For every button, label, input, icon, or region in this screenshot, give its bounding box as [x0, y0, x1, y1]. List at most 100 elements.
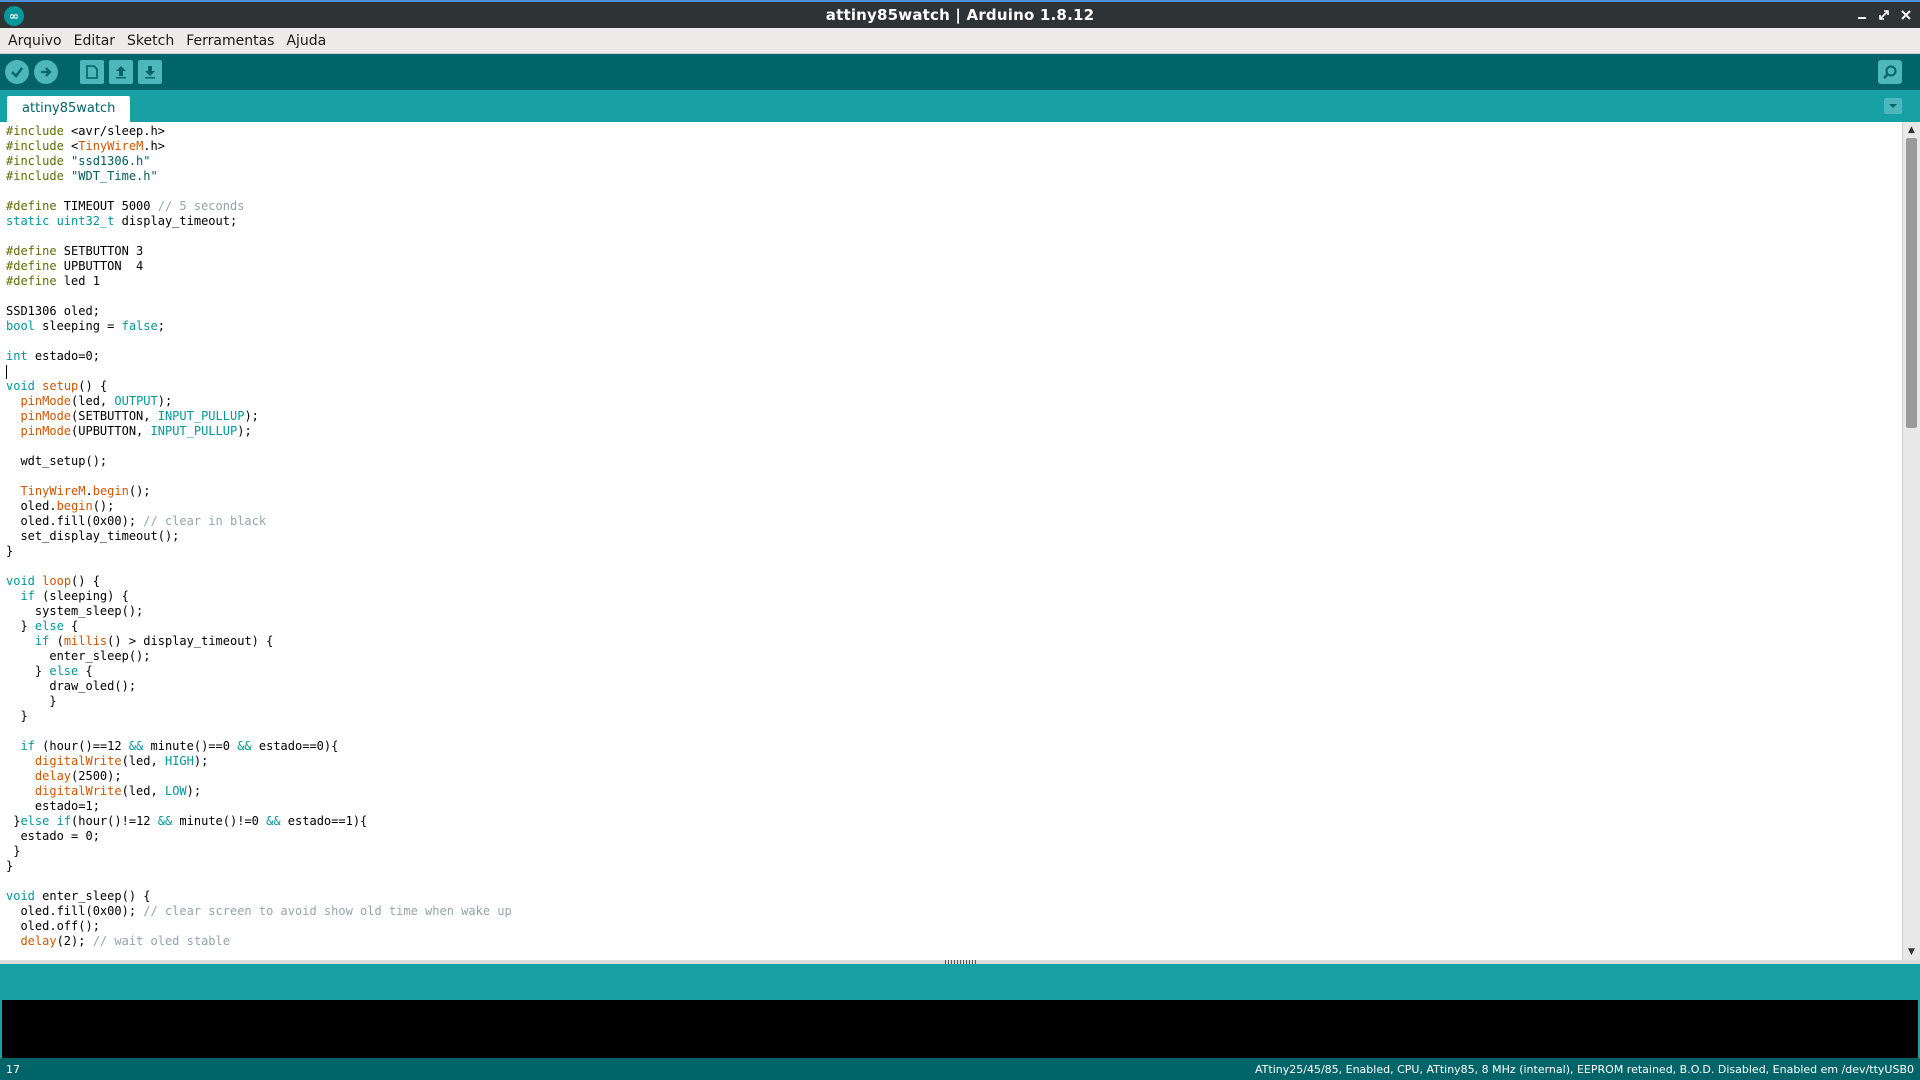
- code-line: enter_sleep();: [6, 649, 512, 664]
- code-line: }: [6, 844, 512, 859]
- close-icon[interactable]: [1898, 5, 1914, 25]
- code-token: static: [6, 214, 57, 228]
- code-token: }: [6, 694, 57, 708]
- code-line: set_display_timeout();: [6, 529, 512, 544]
- code-line: #include "ssd1306.h": [6, 154, 512, 169]
- code-line: }: [6, 709, 512, 724]
- code-token: }: [6, 709, 28, 723]
- menu-editar[interactable]: Editar: [68, 28, 121, 54]
- code-token: (led,: [121, 754, 165, 768]
- scroll-down-icon[interactable]: ▼: [1905, 946, 1918, 958]
- code-token: void: [6, 379, 35, 393]
- code-token: #define: [6, 259, 64, 273]
- scrollbar-thumb[interactable]: [1906, 138, 1917, 428]
- save-icon[interactable]: [138, 60, 162, 84]
- code-token: {: [63, 619, 79, 633]
- code-line: void setup() {: [6, 379, 512, 394]
- code-token: false: [121, 319, 158, 333]
- minimize-icon[interactable]: [1854, 5, 1870, 25]
- code-token: SETBUTTON 3: [63, 244, 144, 258]
- code-token: .: [85, 484, 93, 498]
- code-token: minute()!=0: [172, 814, 267, 828]
- code-line: #define TIMEOUT 5000 // 5 seconds: [6, 199, 512, 214]
- menu-bar: Arquivo Editar Sketch Ferramentas Ajuda: [0, 28, 1920, 54]
- code-token: pinMode: [20, 409, 72, 423]
- code-token: HIGH: [164, 754, 194, 768]
- code-token: if: [56, 814, 72, 828]
- code-token: OUTPUT: [114, 394, 158, 408]
- maximize-icon[interactable]: [1876, 5, 1892, 25]
- code-token: TinyWireM: [20, 484, 86, 498]
- code-token: INPUT_PULLUP: [157, 409, 245, 423]
- code-token: oled.off();: [6, 919, 100, 933]
- code-token: oled.fill(0x00);: [6, 514, 144, 528]
- scroll-up-icon[interactable]: ▲: [1905, 124, 1918, 136]
- serial-monitor-icon[interactable]: [1878, 60, 1902, 84]
- code-token: #define: [6, 274, 64, 288]
- code-token: oled.: [6, 499, 57, 513]
- line-number: 17: [6, 1062, 20, 1076]
- code-line: pinMode(SETBUTTON, INPUT_PULLUP);: [6, 409, 512, 424]
- verify-icon[interactable]: [5, 60, 29, 84]
- code-token: }: [6, 664, 50, 678]
- upload-icon[interactable]: [34, 60, 58, 84]
- code-token: digitalWrite: [34, 754, 122, 768]
- code-token: else: [49, 664, 79, 678]
- menu-sketch[interactable]: Sketch: [121, 28, 180, 54]
- code-token: estado==1){: [280, 814, 368, 828]
- code-token: #include: [6, 169, 72, 183]
- code-token: &&: [128, 739, 144, 753]
- code-line: #define led 1: [6, 274, 512, 289]
- code-line: void enter_sleep() {: [6, 889, 512, 904]
- code-token: ();: [128, 484, 151, 498]
- code-line: estado = 0;: [6, 829, 512, 844]
- code-token: sleeping =: [34, 319, 122, 333]
- code-line: oled.fill(0x00); // clear in black: [6, 514, 512, 529]
- editor-scrollbar[interactable]: ▲ ▼: [1902, 122, 1920, 960]
- menu-arquivo[interactable]: Arquivo: [2, 28, 68, 54]
- code-token: minute()==0: [143, 739, 238, 753]
- code-line: #include "WDT_Time.h": [6, 169, 512, 184]
- code-token: loop: [42, 574, 72, 588]
- code-token: INPUT_PULLUP: [150, 424, 238, 438]
- tab-menu-chevron-down-icon[interactable]: [1884, 98, 1902, 114]
- code-token: #include: [6, 124, 72, 138]
- menu-ferramentas[interactable]: Ferramentas: [180, 28, 280, 54]
- code-token: // wait oled stable: [92, 934, 230, 948]
- console-output[interactable]: [0, 1000, 1920, 1058]
- code-line: oled.fill(0x00); // clear screen to avoi…: [6, 904, 511, 919]
- code-token: (led,: [121, 784, 165, 798]
- code-token: estado = 0;: [6, 829, 100, 843]
- code-line: SSD1306 oled;: [6, 304, 512, 319]
- code-token: .h>: [143, 139, 165, 153]
- code-token: (hour()==12: [34, 739, 129, 753]
- open-icon[interactable]: [109, 60, 133, 84]
- code-token: (hour()!=12: [71, 814, 158, 828]
- new-icon[interactable]: [80, 60, 104, 84]
- tab-attiny85watch[interactable]: attiny85watch: [7, 96, 131, 122]
- code-token: }: [6, 859, 14, 873]
- code-editor[interactable]: #include <avr/sleep.h> #include <TinyWire…: [0, 122, 1902, 960]
- code-line: oled.off();: [6, 919, 512, 934]
- code-token: &&: [237, 739, 252, 753]
- code-token: (: [49, 634, 64, 648]
- code-token: SSD1306 oled;: [6, 304, 100, 318]
- menu-ajuda[interactable]: Ajuda: [280, 28, 332, 54]
- code-token: if: [20, 589, 35, 603]
- arduino-logo-icon: ∞: [4, 6, 24, 26]
- code-token: enter_sleep() {: [34, 889, 151, 903]
- code-token: estado==0){: [251, 739, 339, 753]
- code-line: if (sleeping) {: [6, 589, 512, 604]
